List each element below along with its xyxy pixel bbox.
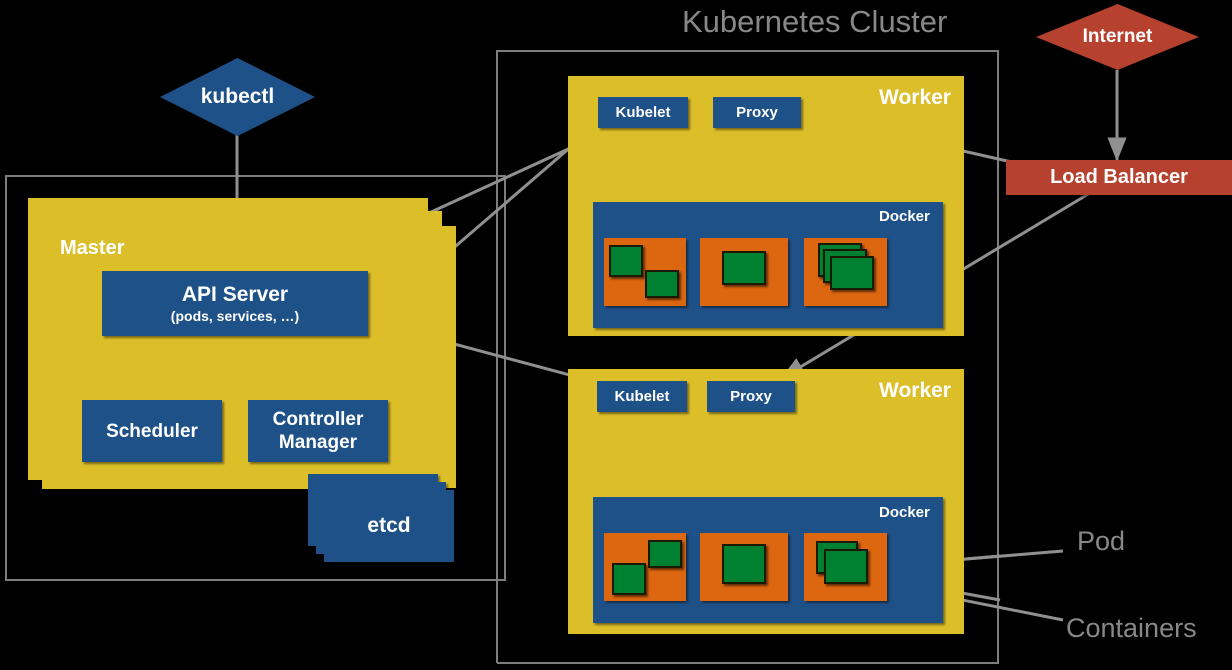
etcd-label: etcd	[367, 514, 411, 537]
controller-manager-label-line1: Controller	[272, 409, 364, 430]
worker-2-pod-b-container-1[interactable]	[722, 544, 766, 584]
worker-1-proxy-component[interactable]: Proxy	[713, 97, 801, 128]
worker-2-kubelet-component[interactable]: Kubelet	[597, 381, 687, 412]
scheduler-component[interactable]: Scheduler	[82, 400, 222, 462]
worker-2-pod-a-container-2[interactable]	[648, 540, 682, 568]
worker-1-pod-a-container-2[interactable]	[645, 270, 679, 298]
controller-manager-component[interactable]: Controller Manager	[248, 400, 388, 462]
etcd-component[interactable]: etcd	[324, 490, 454, 562]
internet-label: Internet	[1082, 26, 1153, 47]
worker-1-label: Worker	[879, 86, 951, 109]
worker-2-docker-label: Docker	[879, 504, 930, 521]
internet-node[interactable]: Internet	[1036, 4, 1199, 70]
api-server-subtitle: (pods, services, …)	[170, 307, 300, 324]
controller-manager-label-line2: Manager	[278, 432, 358, 453]
kubectl-label: kubectl	[200, 85, 275, 108]
worker-2-kubelet-label: Kubelet	[614, 388, 670, 405]
worker-2-pod-a-container-1[interactable]	[612, 563, 646, 595]
kubernetes-architecture-diagram: Kubernetes Cluster kubectl Internet Load…	[0, 0, 1232, 670]
diagram-title: Kubernetes Cluster	[682, 4, 948, 39]
api-server-component[interactable]: API Server (pods, services, …)	[102, 271, 368, 336]
worker-2-pod-c-container-2[interactable]	[824, 549, 868, 584]
scheduler-label: Scheduler	[106, 420, 198, 442]
worker-1-pod-a-container-1[interactable]	[609, 245, 643, 277]
worker-2-label: Worker	[879, 379, 951, 402]
load-balancer-label: Load Balancer	[1050, 166, 1188, 188]
load-balancer-node[interactable]: Load Balancer	[1006, 160, 1232, 195]
api-server-title: API Server	[181, 282, 289, 306]
master-label: Master	[60, 237, 125, 259]
containers-callout-label: Containers	[1066, 613, 1197, 643]
worker-1-docker-label: Docker	[879, 208, 930, 225]
worker-2-proxy-label: Proxy	[730, 388, 772, 405]
worker-1-pod-c-container-3[interactable]	[830, 256, 874, 290]
pod-callout-label: Pod	[1077, 526, 1126, 556]
worker-1-pod-b-container-1[interactable]	[722, 251, 766, 285]
worker-2-proxy-component[interactable]: Proxy	[707, 381, 795, 412]
worker-1-kubelet-label: Kubelet	[615, 104, 671, 121]
kubectl-node[interactable]: kubectl	[160, 58, 315, 136]
worker-1-kubelet-component[interactable]: Kubelet	[598, 97, 688, 128]
worker-1-proxy-label: Proxy	[736, 104, 778, 121]
